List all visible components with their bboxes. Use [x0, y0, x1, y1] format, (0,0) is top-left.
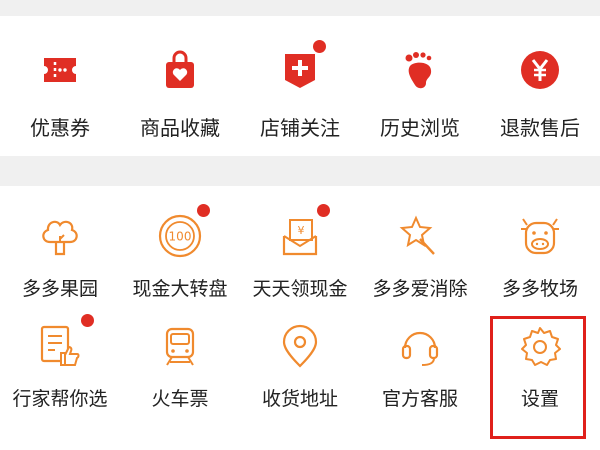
- cash-envelope-icon: ¥: [276, 204, 330, 260]
- favorites-button[interactable]: 商品收藏: [120, 46, 240, 156]
- svg-text:¥: ¥: [298, 224, 305, 237]
- match-game-label: 多多爱消除: [372, 278, 468, 300]
- cash-wheel-label: 现金大转盘: [132, 278, 228, 300]
- customer-service-button[interactable]: 官方客服: [360, 322, 480, 432]
- expert-picks-label: 行家帮你选: [12, 388, 108, 410]
- history-button[interactable]: 历史浏览: [360, 46, 480, 156]
- svg-text:100: 100: [169, 230, 192, 244]
- ranch-label: 多多牧场: [501, 278, 578, 300]
- refund-button[interactable]: 退款售后: [480, 46, 600, 156]
- followed-stores-label: 店铺关注: [260, 116, 340, 140]
- address-label: 收货地址: [261, 388, 338, 410]
- coupon-ticket-icon: [36, 46, 84, 94]
- notification-badge: [317, 204, 330, 217]
- shopping-bag-heart-icon: [156, 46, 204, 94]
- orchard-label: 多多果园: [21, 278, 98, 300]
- daily-cash-label: 天天领现金: [252, 278, 348, 300]
- location-pin-icon: [276, 322, 324, 370]
- services-panel: 多多果园 100 现金大转盘 ¥ 天天领现金 多多爱消除 多多牧场 行家帮你选 …: [0, 186, 600, 450]
- cash-wheel-button[interactable]: 100 现金大转盘: [120, 204, 240, 322]
- daily-cash-button[interactable]: ¥ 天天领现金: [240, 204, 360, 322]
- coupon-button[interactable]: 优惠券: [0, 46, 120, 156]
- star-wand-icon: [396, 212, 444, 260]
- address-button[interactable]: 收货地址: [240, 322, 360, 432]
- notification-badge: [313, 40, 326, 53]
- orchard-button[interactable]: 多多果园: [0, 212, 120, 322]
- footprint-icon: [396, 46, 444, 94]
- store-plus-icon: [276, 40, 326, 94]
- train-tickets-button[interactable]: 火车票: [120, 322, 240, 432]
- train-tickets-label: 火车票: [151, 388, 209, 410]
- gear-icon: [516, 322, 564, 370]
- notification-badge: [81, 314, 94, 327]
- notification-badge: [197, 204, 210, 217]
- wheel-100-icon: 100: [156, 204, 210, 260]
- ranch-button[interactable]: 多多牧场: [480, 212, 600, 322]
- order-shortcuts-panel: 优惠券 商品收藏 店铺关注 历史浏览 退款售后: [0, 16, 600, 156]
- cow-icon: [516, 212, 564, 260]
- history-label: 历史浏览: [380, 116, 460, 140]
- settings-button[interactable]: 设置: [480, 322, 600, 432]
- favorites-label: 商品收藏: [140, 116, 220, 140]
- refund-label: 退款售后: [500, 116, 580, 140]
- match-game-button[interactable]: 多多爱消除: [360, 212, 480, 322]
- yen-coin-icon: [516, 46, 564, 94]
- settings-label: 设置: [520, 388, 559, 410]
- customer-service-label: 官方客服: [381, 388, 458, 410]
- tree-icon: [36, 212, 84, 260]
- coupon-label: 优惠券: [30, 116, 90, 140]
- headset-icon: [396, 322, 444, 370]
- train-icon: [156, 322, 204, 370]
- document-thumbs-up-icon: [36, 314, 94, 370]
- expert-picks-button[interactable]: 行家帮你选: [0, 314, 120, 432]
- followed-stores-button[interactable]: 店铺关注: [240, 40, 360, 156]
